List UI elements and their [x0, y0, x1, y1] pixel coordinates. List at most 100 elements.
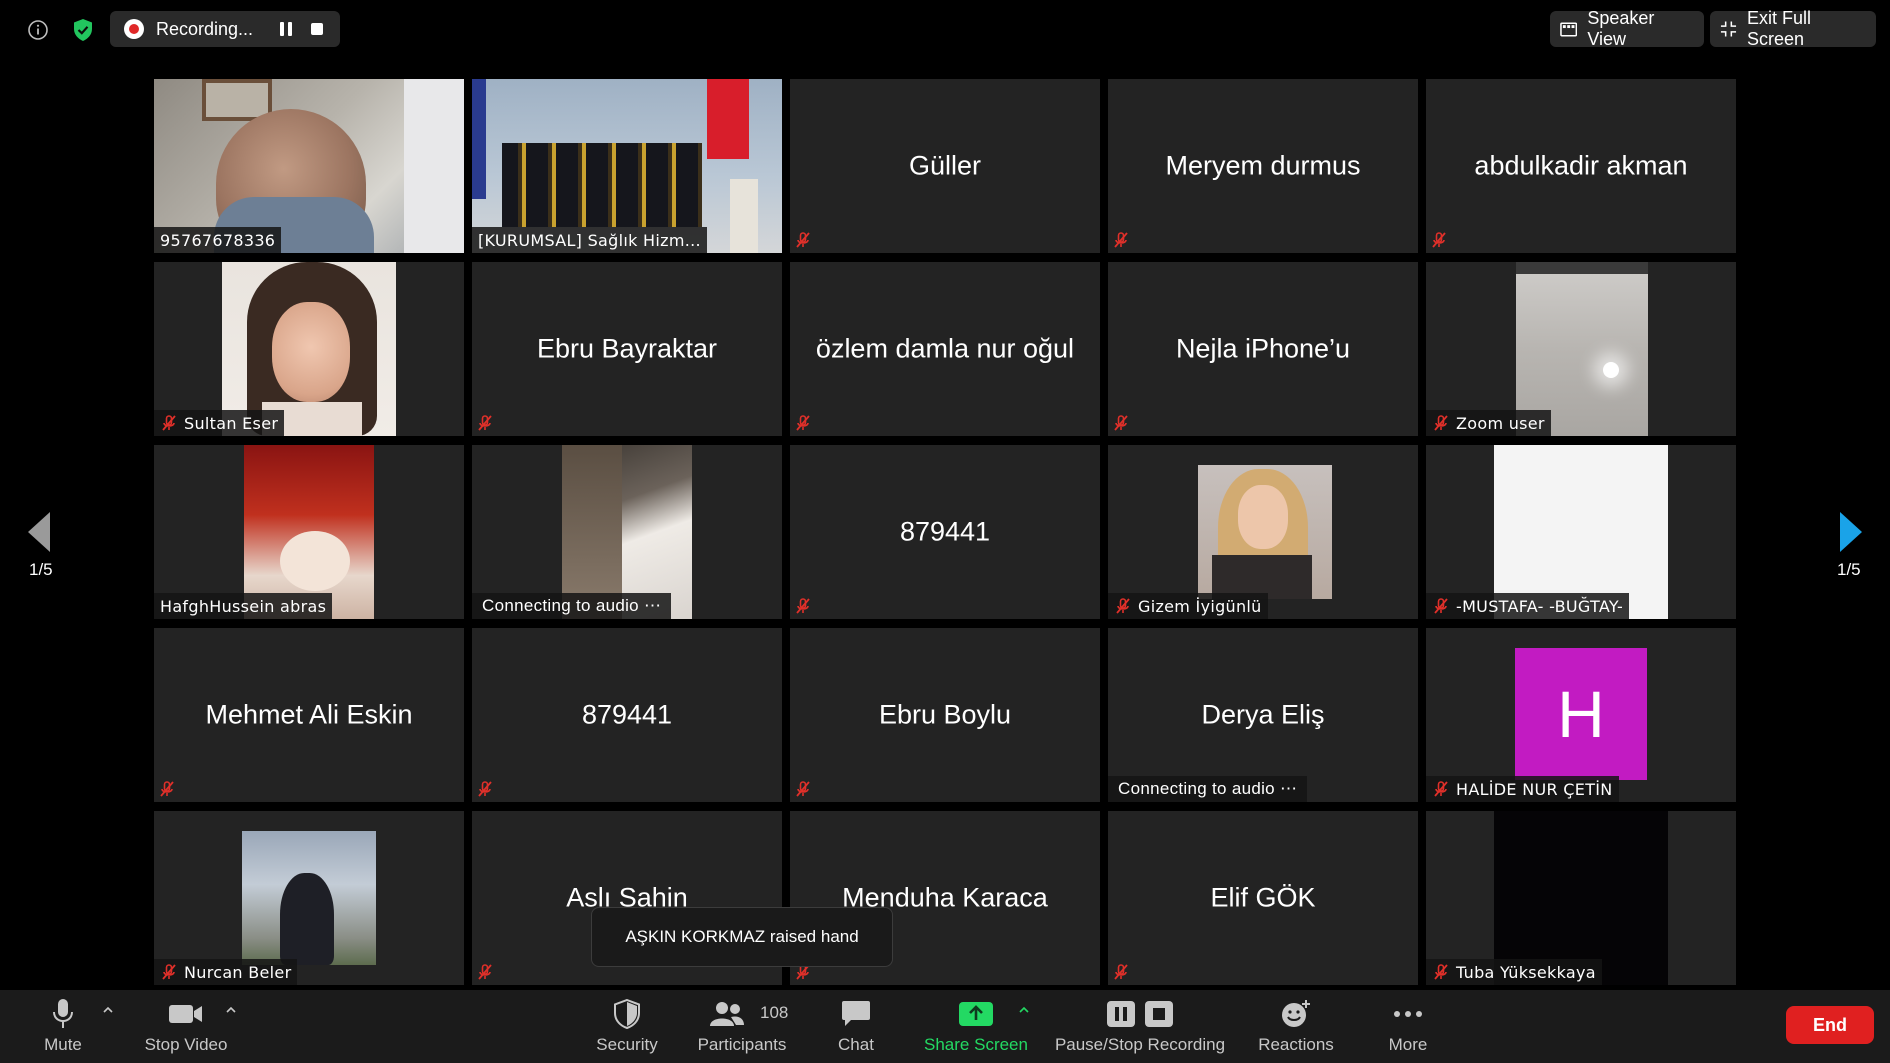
security-button[interactable]: Security: [588, 990, 666, 1063]
participant-name: Güller: [908, 150, 982, 181]
muted-mic-icon: [478, 964, 492, 980]
participant-name-label: Zoom user: [1426, 410, 1551, 436]
participant-name: özlem damla nur oğul: [815, 333, 1075, 364]
participant-name: Meryem durmus: [1165, 150, 1361, 181]
share-screen-icon: [958, 997, 994, 1031]
participant-tile[interactable]: HafghHussein abras: [154, 445, 464, 619]
participant-tile[interactable]: 879441: [790, 445, 1100, 619]
participant-name-label: Sultan Eser: [154, 410, 285, 436]
reactions-button[interactable]: Reactions: [1254, 990, 1338, 1063]
participant-name-text: -MUSTAFA- -BUĞTAY-: [1456, 596, 1624, 616]
video-options-chevron-icon[interactable]: [225, 1004, 237, 1016]
audio-options-chevron-icon[interactable]: [102, 1004, 114, 1016]
stop-recording-icon[interactable]: [308, 20, 326, 38]
security-shield-icon: [613, 997, 641, 1031]
speaker-view-label: Speaker View: [1587, 8, 1655, 49]
raised-hand-notification: AŞKIN KORKMAZ raised hand: [591, 907, 893, 967]
recording-label: Recording...: [156, 18, 254, 39]
pause-stop-recording-button[interactable]: Pause/Stop Recording: [1052, 990, 1228, 1063]
muted-mic-icon: [162, 415, 176, 431]
participant-tile[interactable]: Nejla iPhone’u: [1108, 262, 1418, 436]
muted-mic-icon: [1114, 964, 1128, 980]
share-options-chevron-icon[interactable]: [1018, 1004, 1030, 1016]
participant-name-text: Gizem İyigünlü: [1138, 596, 1262, 616]
speaker-view-icon: [1560, 22, 1578, 37]
participant-name-text: Sultan Eser: [184, 413, 279, 433]
mute-button[interactable]: Mute: [30, 990, 96, 1063]
participant-tile[interactable]: Zoom user: [1426, 262, 1736, 436]
share-screen-button[interactable]: Share Screen: [922, 990, 1030, 1063]
exit-fullscreen-button[interactable]: Exit Full Screen: [1710, 8, 1876, 49]
participant-name-text: HALİDE NUR ÇETİN: [1456, 779, 1613, 799]
chat-button[interactable]: Chat: [826, 990, 886, 1063]
video-camera-icon: [168, 997, 204, 1031]
participant-tile[interactable]: Ebru Boylu: [790, 628, 1100, 802]
participant-tile[interactable]: 95767678336: [154, 79, 464, 253]
muted-mic-icon: [796, 232, 810, 248]
participant-tile[interactable]: Nurcan Beler: [154, 811, 464, 985]
recording-dot-icon: [124, 19, 144, 39]
avatar-letter: H: [1557, 677, 1605, 751]
speaker-view-button[interactable]: Speaker View: [1550, 8, 1704, 49]
participant-tile[interactable]: Ebru Bayraktar: [472, 262, 782, 436]
participant-tile[interactable]: Gizem İyigünlü: [1108, 445, 1418, 619]
recording-controls-icons: [1106, 997, 1174, 1031]
participant-tile[interactable]: Derya Eliş Connecting to audio ⋯: [1108, 628, 1418, 802]
chat-label: Chat: [838, 1035, 874, 1054]
security-label: Security: [596, 1035, 658, 1054]
encryption-shield-icon[interactable]: [65, 12, 101, 48]
participants-icon-group: 108: [690, 997, 794, 1031]
stop-icon: [1145, 1001, 1173, 1027]
exit-fullscreen-icon: [1720, 21, 1737, 37]
participant-tile[interactable]: [KURUMSAL] Sağlık Hizm...: [472, 79, 782, 253]
participants-button[interactable]: 108 Participants: [690, 990, 794, 1063]
stop-video-button[interactable]: Stop Video: [140, 990, 232, 1063]
recording-indicator: Recording...: [110, 11, 340, 47]
pause-recording-icon[interactable]: [277, 20, 295, 38]
audio-status-label: Connecting to audio ⋯: [472, 593, 672, 619]
previous-page-arrow-icon[interactable]: [28, 512, 50, 552]
more-button[interactable]: More: [1384, 990, 1432, 1063]
participant-tile[interactable]: -MUSTAFA- -BUĞTAY-: [1426, 445, 1736, 619]
participant-name-label: [KURUMSAL] Sağlık Hizm...: [472, 227, 707, 253]
participant-tile[interactable]: Elif GÖK: [1108, 811, 1418, 985]
participant-tile[interactable]: Meryem durmus: [1108, 79, 1418, 253]
participant-tile[interactable]: Güller: [790, 79, 1100, 253]
muted-mic-icon: [796, 781, 810, 797]
participant-name: 879441: [899, 516, 991, 547]
participant-tile[interactable]: Tuba Yüksekkaya: [1426, 811, 1736, 985]
participant-name-label: Tuba Yüksekkaya: [1426, 959, 1602, 985]
participant-name-label: HALİDE NUR ÇETİN: [1426, 776, 1619, 802]
participant-tile[interactable]: özlem damla nur oğul: [790, 262, 1100, 436]
participant-tile[interactable]: 879441: [472, 628, 782, 802]
reactions-smiley-icon: [1281, 997, 1311, 1031]
share-screen-label: Share Screen: [924, 1035, 1028, 1054]
muted-mic-icon: [1114, 232, 1128, 248]
participant-name: abdulkadir akman: [1474, 150, 1688, 181]
participant-tile[interactable]: Sultan Eser: [154, 262, 464, 436]
participant-tile[interactable]: Mehmet Ali Eskin: [154, 628, 464, 802]
participant-tile[interactable]: Connecting to audio ⋯: [472, 445, 782, 619]
mute-label: Mute: [44, 1035, 82, 1054]
next-page-arrow-icon[interactable]: [1840, 512, 1862, 552]
participants-label: Participants: [697, 1035, 787, 1054]
participant-tile[interactable]: H HALİDE NUR ÇETİN: [1426, 628, 1736, 802]
chat-bubble-icon: [841, 997, 871, 1031]
participant-name-label: 95767678336: [154, 227, 282, 253]
audio-status-label: Connecting to audio ⋯: [1108, 776, 1308, 802]
end-meeting-button[interactable]: End: [1786, 1006, 1874, 1044]
muted-mic-icon: [1116, 598, 1130, 614]
participant-name: Mehmet Ali Eskin: [205, 699, 413, 730]
more-dots-icon: [1393, 997, 1423, 1031]
participant-name-text: Tuba Yüksekkaya: [1456, 962, 1596, 982]
info-icon[interactable]: [20, 12, 56, 48]
participant-tile[interactable]: abdulkadir akman: [1426, 79, 1736, 253]
muted-mic-icon: [796, 415, 810, 431]
participant-name: Nejla iPhone’u: [1175, 333, 1351, 364]
participants-icon: [710, 1002, 744, 1026]
page-indicator-right: 1/5: [1837, 560, 1861, 579]
page-indicator-left: 1/5: [29, 560, 53, 579]
reactions-label: Reactions: [1258, 1035, 1334, 1054]
exit-fullscreen-label: Exit Full Screen: [1747, 8, 1812, 49]
participant-video: [242, 831, 376, 965]
